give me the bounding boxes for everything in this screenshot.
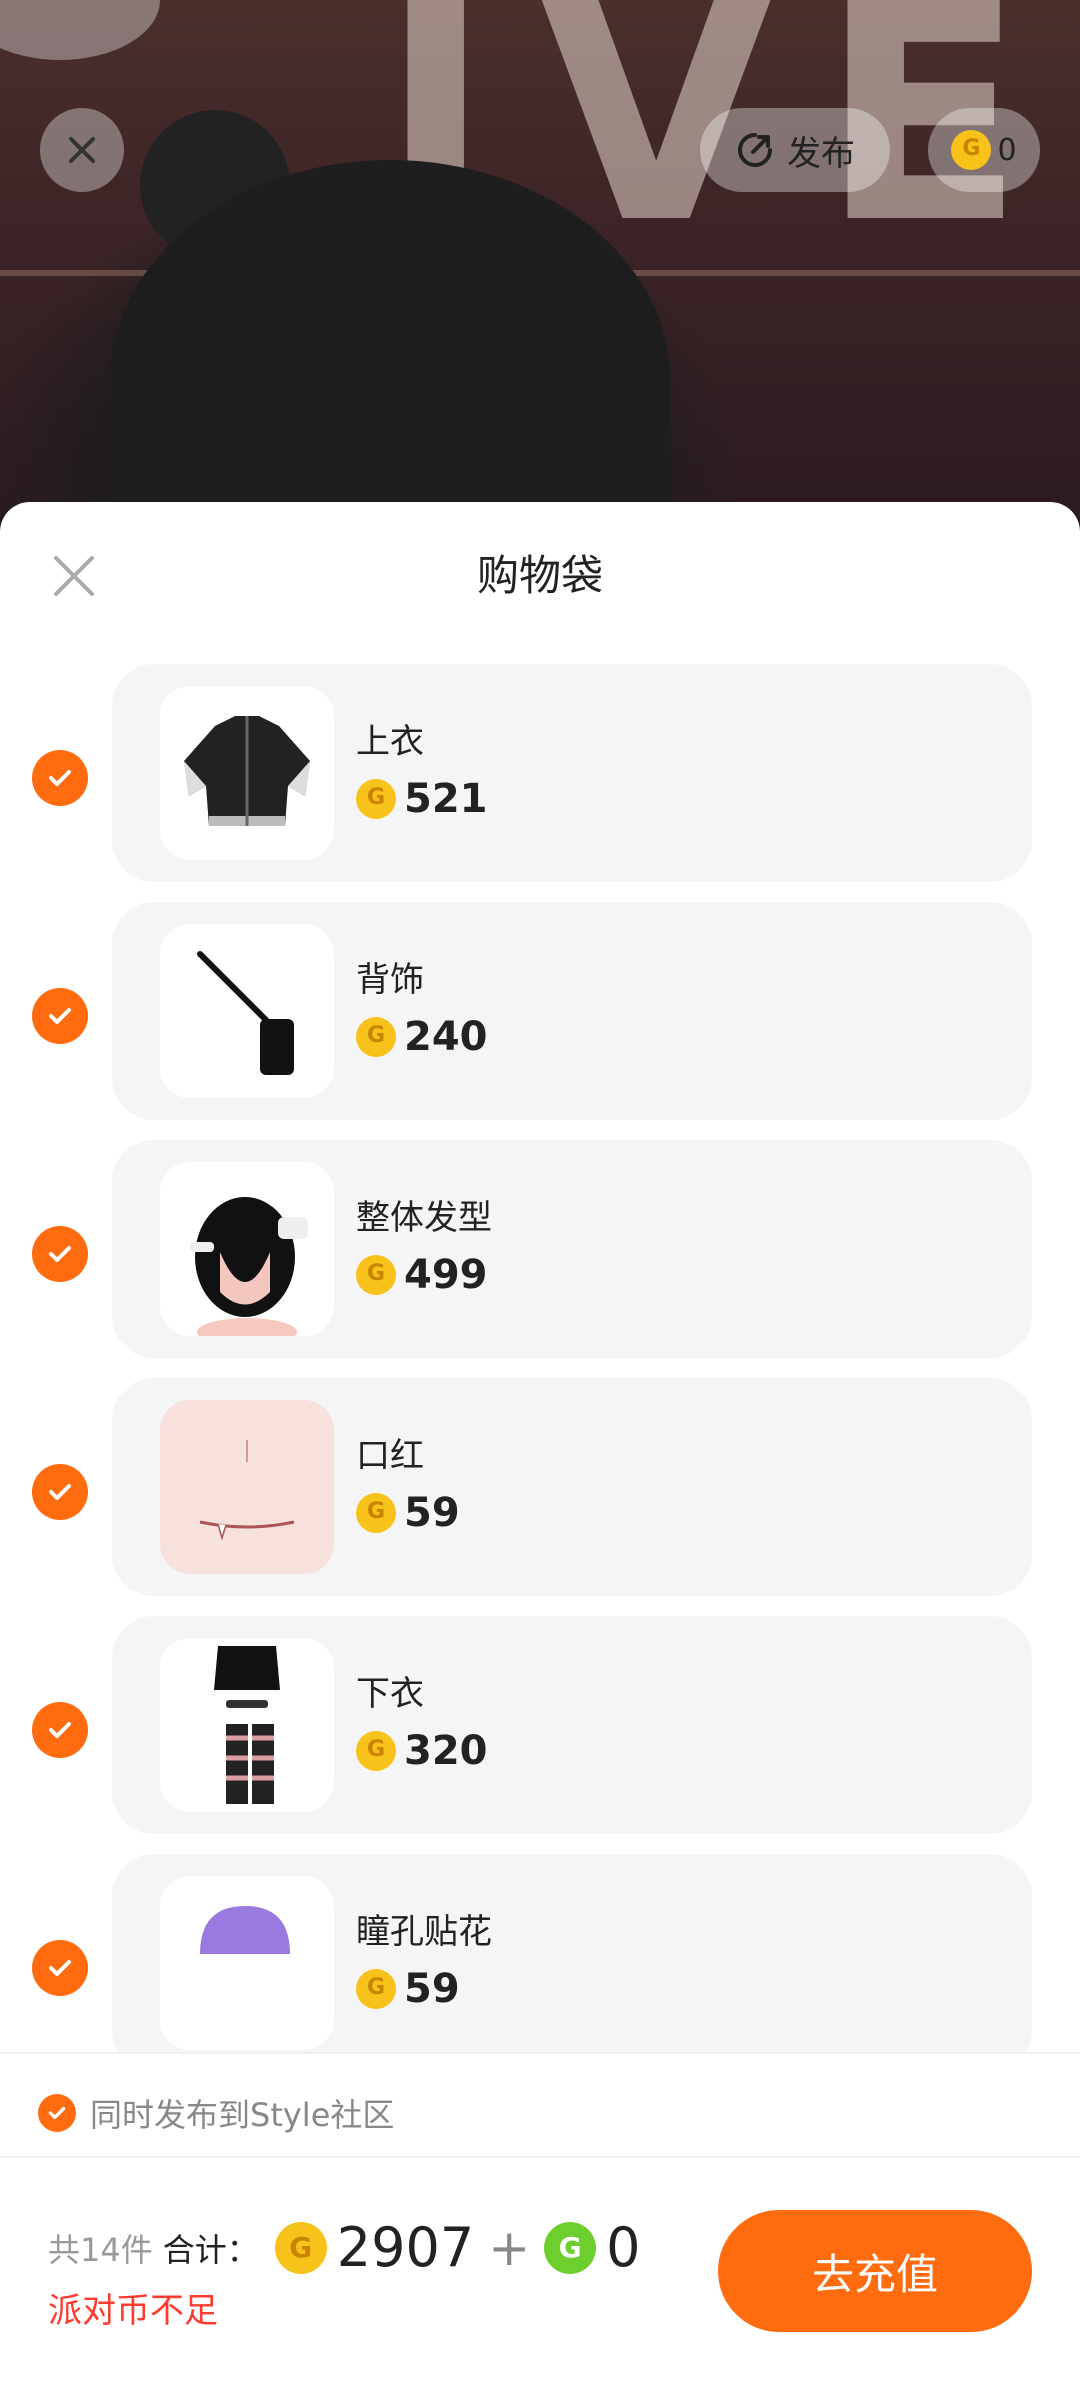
community-checkbox[interactable] bbox=[38, 2094, 76, 2132]
item-checkbox[interactable] bbox=[32, 1702, 88, 1758]
item-price: 240 bbox=[356, 1014, 488, 1060]
green-total: 0 bbox=[606, 2216, 641, 2279]
item-price: 499 bbox=[356, 1252, 488, 1298]
checkmark-icon bbox=[49, 1722, 71, 1738]
item-price: 521 bbox=[356, 776, 488, 822]
checkmark-icon bbox=[49, 1246, 71, 1262]
item-card[interactable]: 瞳孔贴花 59 bbox=[112, 1854, 1032, 2054]
item-price-value: 320 bbox=[404, 1728, 488, 1774]
item-price-value: 240 bbox=[404, 1014, 488, 1060]
skirt-thumbnail bbox=[160, 1638, 334, 1812]
item-price-value: 59 bbox=[404, 1490, 460, 1536]
close-preview-button[interactable] bbox=[40, 108, 124, 192]
gold-coin-icon bbox=[356, 1255, 396, 1295]
gold-coin-icon bbox=[951, 130, 992, 170]
recharge-button[interactable]: 去充值 bbox=[718, 2210, 1032, 2332]
list-item: 背饰 240 bbox=[0, 902, 1080, 1140]
item-card[interactable]: 下衣 320 bbox=[112, 1616, 1032, 1834]
hair-thumbnail bbox=[160, 1162, 334, 1336]
total-label: 合计： bbox=[162, 2230, 259, 2269]
plus-sign: + bbox=[488, 2218, 531, 2277]
checkmark-icon bbox=[49, 1484, 71, 1500]
total-line: 共14件 合计： 2907 + 0 bbox=[48, 2216, 640, 2279]
pupil-decal-thumbnail bbox=[160, 1876, 334, 2050]
gold-coin-icon bbox=[356, 779, 396, 819]
item-price: 59 bbox=[356, 1966, 460, 2012]
gold-coin-icon bbox=[274, 2221, 327, 2274]
item-name: 下衣 bbox=[356, 1674, 424, 1714]
publish-button[interactable]: 发布 bbox=[700, 108, 890, 192]
coin-balance-button[interactable]: 0 bbox=[928, 108, 1040, 192]
item-name: 背饰 bbox=[356, 960, 424, 1000]
item-card[interactable]: 整体发型 499 bbox=[112, 1140, 1032, 1358]
stage-light bbox=[0, 0, 160, 60]
close-icon bbox=[69, 137, 95, 163]
item-name: 瞳孔贴花 bbox=[356, 1912, 492, 1952]
sheet-header: 购物袋 bbox=[0, 502, 1080, 638]
green-coin-icon bbox=[544, 2221, 597, 2274]
item-card[interactable]: 口红 59 bbox=[112, 1378, 1032, 1596]
list-item: 下衣 320 bbox=[0, 1616, 1080, 1854]
item-checkbox[interactable] bbox=[32, 1464, 88, 1520]
item-price-value: 521 bbox=[404, 776, 488, 822]
item-name: 上衣 bbox=[356, 722, 424, 762]
item-checkbox[interactable] bbox=[32, 750, 88, 806]
list-item: 整体发型 499 bbox=[0, 1140, 1080, 1378]
gold-coin-icon bbox=[356, 1731, 396, 1771]
item-card[interactable]: 背饰 240 bbox=[112, 902, 1032, 1120]
checkmark-icon bbox=[49, 1008, 71, 1024]
list-item: 瞳孔贴花 59 bbox=[0, 1854, 1080, 2054]
item-name: 整体发型 bbox=[356, 1198, 492, 1238]
lips-thumbnail bbox=[160, 1400, 334, 1574]
checkmark-icon bbox=[49, 1960, 71, 1976]
gold-coin-icon bbox=[356, 1969, 396, 2009]
checkmark-icon bbox=[48, 2106, 66, 2120]
gold-total: 2907 bbox=[336, 2216, 475, 2279]
shopping-bag-sheet: 购物袋 上衣 G 521 背饰 G 240 整体发型 G 499 口红 G 59… bbox=[0, 502, 1080, 2388]
community-option-label: 同时发布到Style社区 bbox=[90, 2096, 395, 2134]
item-checkbox[interactable] bbox=[32, 1940, 88, 1996]
sheet-title: 购物袋 bbox=[476, 551, 603, 600]
divider bbox=[0, 2052, 1080, 2054]
checkmark-icon bbox=[49, 770, 71, 786]
order-summary: 共14件 合计： 2907 + 0 派对币不足 bbox=[48, 2216, 640, 2332]
item-price: 59 bbox=[356, 1490, 460, 1536]
list-item: 口红 59 bbox=[0, 1378, 1080, 1616]
divider bbox=[0, 2156, 1080, 2158]
item-name: 口红 bbox=[356, 1436, 424, 1476]
list-item: 上衣 521 bbox=[0, 664, 1080, 902]
insufficient-balance-warning: 派对币不足 bbox=[48, 2291, 218, 2331]
publish-icon bbox=[738, 133, 772, 167]
bag-thumbnail bbox=[160, 924, 334, 1098]
gold-coin-icon bbox=[356, 1017, 396, 1057]
item-count: 共14件 bbox=[48, 2230, 153, 2269]
publish-to-community-option[interactable]: 同时发布到Style社区 bbox=[38, 2090, 394, 2136]
avatar-preview-scene: I V E bbox=[0, 0, 1080, 540]
publish-label: 发布 bbox=[787, 133, 855, 174]
item-checkbox[interactable] bbox=[32, 1226, 88, 1282]
coin-balance: 0 bbox=[997, 132, 1017, 168]
item-list: 上衣 521 背饰 bbox=[0, 664, 1080, 2054]
jacket-thumbnail bbox=[160, 686, 334, 860]
item-price-value: 59 bbox=[404, 1966, 460, 2012]
item-card[interactable]: 上衣 521 bbox=[112, 664, 1032, 882]
gold-coin-icon bbox=[356, 1493, 396, 1533]
item-checkbox[interactable] bbox=[32, 988, 88, 1044]
item-price: 320 bbox=[356, 1728, 488, 1774]
item-price-value: 499 bbox=[404, 1252, 488, 1298]
